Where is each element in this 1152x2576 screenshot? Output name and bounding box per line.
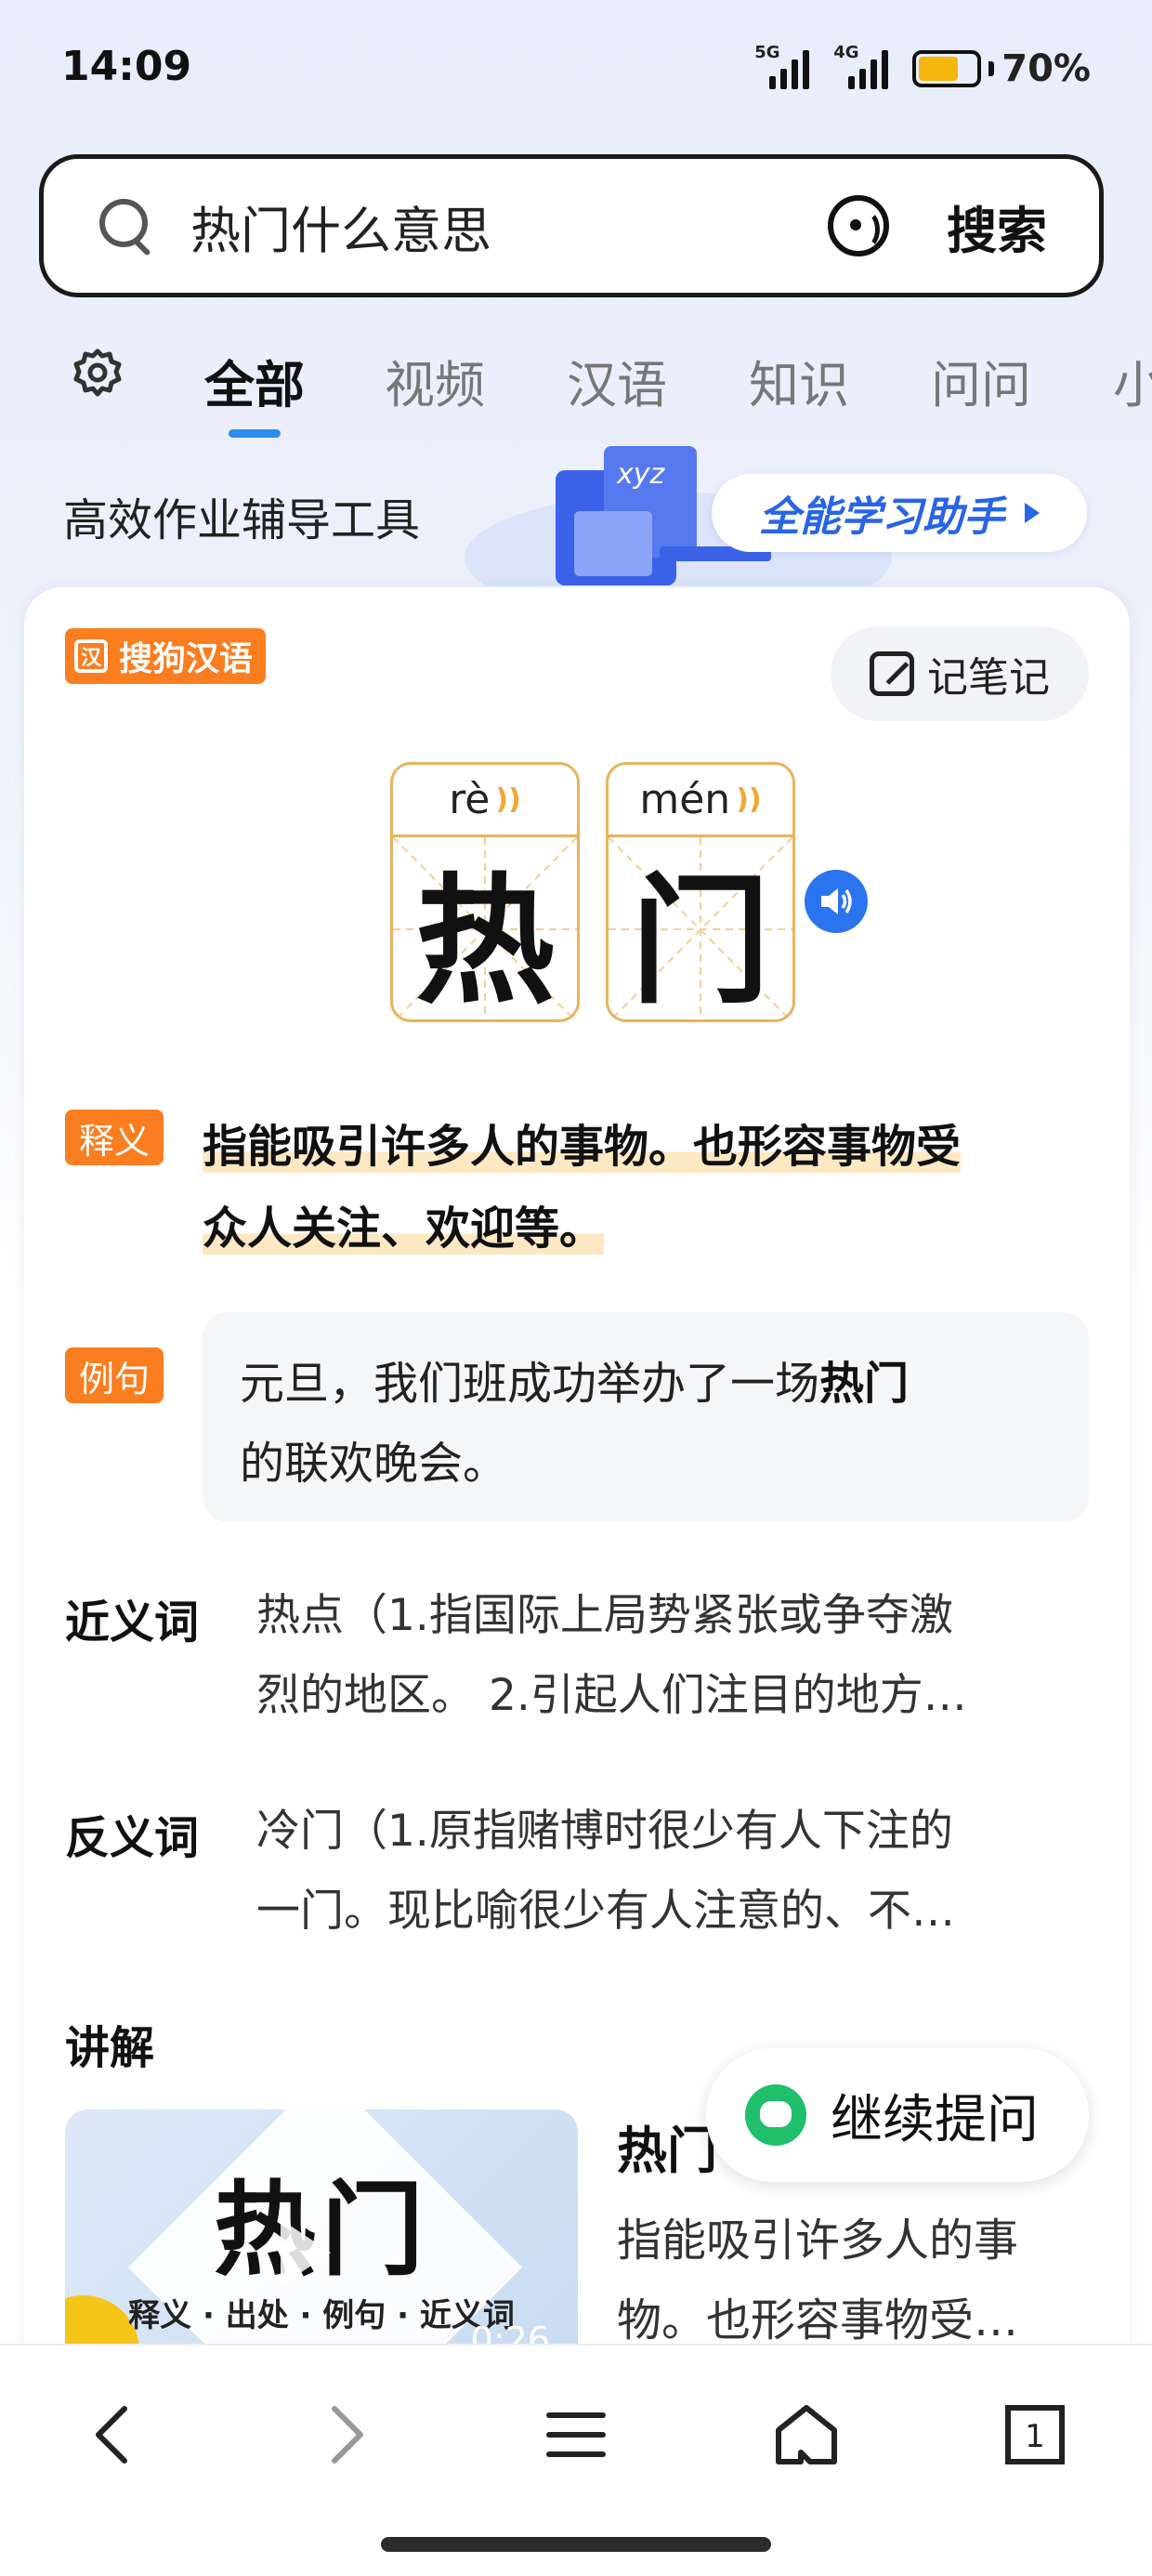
menu-icon[interactable] <box>539 2398 613 2472</box>
example-text-end: 的联欢晚会。 <box>240 1438 508 1490</box>
forward-icon[interactable] <box>310 2398 385 2472</box>
banner-art-text: xyz <box>616 458 666 491</box>
source-label: 搜狗汉语 <box>119 640 254 678</box>
pinyin-text: mén <box>639 776 731 823</box>
tab-count: 1 <box>1025 2418 1045 2455</box>
take-note-label: 记笔记 <box>927 654 1050 702</box>
antonym-label: 反义词 <box>65 1812 200 1864</box>
sound-wave-icon: )) <box>736 783 762 816</box>
synonym-label: 近义词 <box>65 1597 200 1649</box>
take-note-button[interactable]: 记笔记 <box>831 626 1089 721</box>
search-icon <box>99 199 153 253</box>
gesture-home-bar[interactable] <box>381 2537 771 2552</box>
home-icon[interactable] <box>769 2398 844 2472</box>
video-thumbnail[interactable]: 热门 释义 · 出处 · 例句 · 近义词 0:26 <box>65 2109 578 2351</box>
tab-qa[interactable]: 问问 <box>931 344 1031 417</box>
character-card-men: mén)) 门 <box>606 762 795 1022</box>
video-description: 指能吸引许多人的事 物。也形容事物受… <box>617 2201 1081 2360</box>
speaker-icon[interactable] <box>805 870 868 933</box>
signal-5g-icon: 5G <box>754 43 810 89</box>
hanzi: 门 <box>630 860 770 1022</box>
search-button[interactable]: 搜索 <box>947 190 1047 263</box>
battery-percent: 70% <box>1001 47 1091 90</box>
pinyin-text: rè <box>449 776 491 823</box>
synonym-text[interactable]: 热点（1.指国际上局势紧张或争夺激 烈的地区。 2.引起人们注目的地方… <box>256 1576 1074 1736</box>
example-highlight: 热门 <box>819 1358 910 1410</box>
example-text: 元旦，我们班成功举办了一场 <box>240 1358 820 1410</box>
dictionary-logo-icon: 汉 <box>74 639 108 673</box>
antonym-line: 一门。现比喻很少有人注意的、不… <box>256 1886 955 1937</box>
definition-tag: 释义 <box>65 1110 164 1165</box>
video-title[interactable]: 热门 <box>617 2109 717 2183</box>
definition-text: 指能吸引许多人的事物。也形容事物受 众人关注、欢迎等。 <box>203 1106 1076 1269</box>
tabs-icon[interactable]: 1 <box>998 2398 1072 2472</box>
pinyin[interactable]: mén)) <box>609 765 792 837</box>
tab-video[interactable]: 视频 <box>385 344 485 417</box>
signal-4g-label: 4G <box>833 43 859 62</box>
section-title: 讲解 <box>65 2022 155 2074</box>
pill-label: 全能学习助手 <box>759 493 1004 541</box>
status-time: 14:09 <box>61 43 192 90</box>
antonym-text[interactable]: 冷门（1.原指赌博时很少有人下注的 一门。现比喻很少有人注意的、不… <box>256 1792 1074 1952</box>
tab-more[interactable]: 小 <box>1113 344 1152 417</box>
continue-asking-label: 继续提问 <box>831 2089 1039 2150</box>
tab-knowledge[interactable]: 知识 <box>749 344 849 417</box>
status-icons: 5G 4G 70% <box>754 41 1091 97</box>
search-bar[interactable]: 热门什么意思 搜索 <box>39 154 1104 297</box>
definition-line: 众人关注、欢迎等。 <box>203 1203 605 1255</box>
pinyin[interactable]: rè)) <box>393 765 577 837</box>
edit-note-icon <box>870 651 914 696</box>
antonym-line: 冷门（1.原指赌博时很少有人下注的 <box>256 1806 953 1857</box>
back-icon[interactable] <box>74 2398 149 2472</box>
banner-text: 高效作业辅导工具 <box>63 494 421 546</box>
voice-search-icon[interactable] <box>828 195 889 256</box>
chat-bot-icon <box>745 2084 806 2146</box>
signal-5g-label: 5G <box>754 43 780 62</box>
signal-4g-icon: 4G <box>833 43 889 89</box>
video-desc-line: 指能吸引许多人的事 <box>617 2215 1019 2267</box>
synonym-line: 热点（1.指国际上局势紧张或争夺激 <box>256 1590 953 1641</box>
battery-icon: 70% <box>912 47 1091 90</box>
category-tabs: 全部 视频 汉语 知识 问问 小 <box>0 335 1152 438</box>
hanzi: 热 <box>414 860 555 1022</box>
tab-chinese[interactable]: 汉语 <box>567 344 667 417</box>
source-badge[interactable]: 汉 搜狗汉语 <box>65 628 267 684</box>
learning-assistant-button[interactable]: 全能学习助手 <box>712 474 1087 552</box>
sound-wave-icon: )) <box>495 783 521 816</box>
promo-banner[interactable]: 高效作业辅导工具 xyz 全能学习助手 <box>0 437 1152 585</box>
status-bar: 14:09 5G 4G 70% <box>0 0 1152 139</box>
search-input[interactable]: 热门什么意思 <box>190 190 828 263</box>
play-arrow-icon <box>1025 503 1040 523</box>
character-card-re: rè)) 热 <box>390 762 580 1022</box>
continue-asking-button[interactable]: 继续提问 <box>706 2048 1089 2182</box>
example-sentence: 元旦，我们班成功举办了一场热门 的联欢晚会。 <box>203 1312 1089 1522</box>
synonym-line: 烈的地区。 2.引起人们注目的地方… <box>256 1670 967 1721</box>
tab-all[interactable]: 全部 <box>204 344 305 417</box>
gear-icon[interactable] <box>72 348 123 398</box>
play-icon <box>281 2219 331 2286</box>
definition-line: 指能吸引许多人的事物。也形容事物受 <box>203 1121 962 1173</box>
example-tag: 例句 <box>65 1347 164 1403</box>
